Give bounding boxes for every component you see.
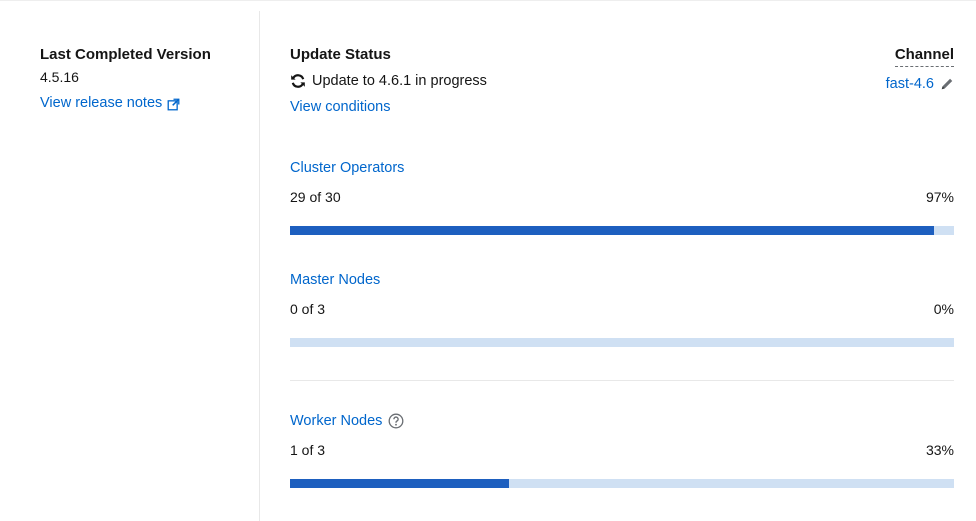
question-circle-icon[interactable] [388,413,404,429]
channel-value-row: fast-4.6 [886,74,954,94]
cluster-operators-progress-fill [290,226,935,235]
update-status-text: Update to 4.6.1 in progress [312,73,487,89]
worker-nodes-count: 1 of 3 [290,442,326,458]
column-divider [259,11,260,521]
worker-nodes-progress-bar [290,479,954,488]
channel-section: Channel fast-4.6 [886,45,954,94]
worker-nodes-percent: 33% [925,442,954,458]
master-nodes-section: Master Nodes 0 of 3 0% [290,270,954,347]
pencil-icon[interactable] [940,77,954,91]
view-conditions-link[interactable]: View conditions [290,97,954,117]
update-status-label: Update Status [290,46,391,63]
cluster-operators-progress-bar [290,226,954,235]
external-link-icon [167,97,180,110]
master-nodes-progress-bar [290,338,954,347]
section-divider [290,380,954,381]
master-nodes-percent: 0% [933,301,954,317]
last-completed-section: Last Completed Version 4.5.16 View relea… [40,45,250,113]
view-release-notes-link[interactable]: View release notes [40,93,180,113]
cluster-operators-count: 29 of 30 [290,189,341,205]
worker-nodes-link[interactable]: Worker Nodes [290,411,382,431]
cluster-operators-percent: 97% [925,189,954,205]
cluster-operators-section: Cluster Operators 29 of 30 97% [290,158,954,235]
last-completed-version: 4.5.16 [40,69,79,85]
cluster-operators-link[interactable]: Cluster Operators [290,158,404,178]
view-release-notes-label: View release notes [40,95,163,111]
cluster-update-card: Last Completed Version 4.5.16 View relea… [0,0,976,521]
master-nodes-count: 0 of 3 [290,301,326,317]
channel-label[interactable]: Channel [894,45,954,67]
channel-value-link[interactable]: fast-4.6 [886,74,934,94]
worker-nodes-section: Worker Nodes 1 of 3 33% [290,411,954,488]
last-completed-label: Last Completed Version [40,46,211,63]
worker-nodes-progress-fill [290,479,510,488]
master-nodes-link[interactable]: Master Nodes [290,270,380,290]
update-status-row: Update to 4.6.1 in progress [290,71,954,91]
sync-icon [290,73,306,89]
update-status-section: Update Status Update to 4.6.1 in progres… [290,45,954,117]
